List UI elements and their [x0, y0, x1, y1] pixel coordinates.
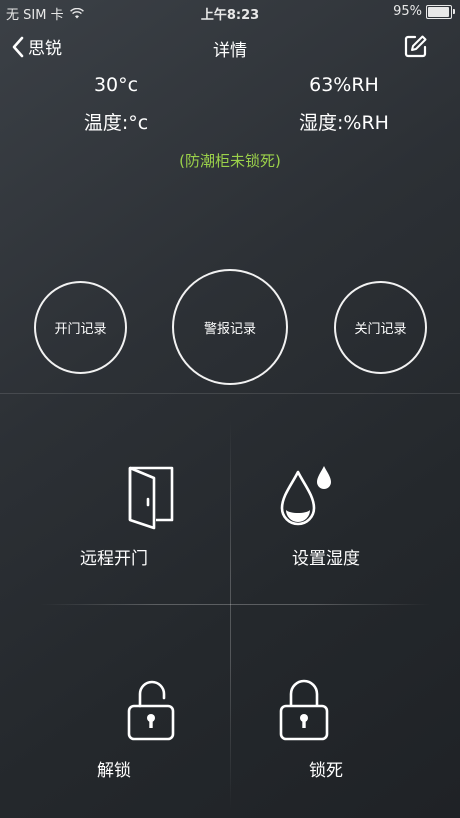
battery-icon	[426, 4, 455, 19]
section-divider	[0, 393, 460, 394]
door-icon	[128, 466, 174, 530]
humidity-reading: 63%RH 湿度:%RH	[244, 74, 444, 135]
close-door-record-label: 关门记录	[354, 322, 407, 337]
humidity-label: 湿度:%RH	[299, 112, 389, 134]
temperature-reading: 30°c 温度:°c	[16, 74, 216, 135]
battery-percent: 95%	[393, 4, 422, 19]
lock-status-text: (防潮柜未锁死)	[179, 152, 281, 170]
unlock-icon	[127, 680, 175, 741]
battery-fill	[428, 6, 449, 17]
lock-label: 锁死	[309, 761, 343, 781]
open-door-record-button[interactable]: 开门记录	[34, 281, 127, 374]
humidity-value: 63%RH	[309, 74, 379, 96]
open-door-record-label: 开门记录	[54, 322, 107, 337]
close-door-record-button[interactable]: 关门记录	[334, 281, 427, 374]
status-bar: 无 SIM 卡 上午8:23 95%	[0, 0, 460, 24]
water-drop-icon	[280, 466, 331, 526]
battery-cap	[453, 8, 455, 14]
nav-bar: 思锐 详情	[0, 24, 460, 70]
status-right: 95%	[393, 4, 455, 19]
edit-button[interactable]	[404, 34, 428, 62]
lock-button[interactable]: 锁死	[230, 676, 460, 781]
set-humidity-button[interactable]: 设置湿度	[230, 464, 460, 569]
temperature-label: 温度:°c	[83, 112, 149, 134]
lock-icon	[279, 679, 329, 741]
alarm-record-button[interactable]: 警报记录	[172, 269, 288, 385]
set-humidity-label: 设置湿度	[292, 549, 360, 569]
grid-divider-horizontal	[40, 604, 430, 605]
alarm-record-label: 警报记录	[203, 321, 256, 337]
edit-icon	[404, 35, 427, 58]
status-time: 上午8:23	[200, 8, 260, 23]
page-title: 详情	[213, 41, 247, 61]
temperature-value: 30°c	[93, 74, 139, 96]
